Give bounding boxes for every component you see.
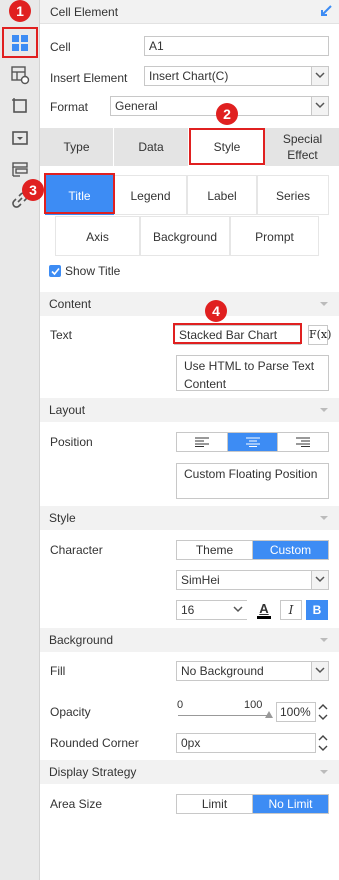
style-tab-series[interactable]: Series [257,175,329,215]
show-title-checkbox[interactable] [49,265,61,277]
rounded-corner-stepper[interactable] [317,733,329,753]
content-section-header[interactable]: Content [40,292,339,316]
style-tab-prompt[interactable]: Prompt [230,216,319,256]
cell-input[interactable]: A1 [144,36,329,56]
frame-icon[interactable] [10,96,30,116]
layout-section-header[interactable]: Layout [40,398,339,422]
html-parse-button[interactable]: Use HTML to Parse Text Content [176,355,329,391]
area-size-label: Area Size [50,797,103,811]
font-size-select[interactable]: 16 [176,600,247,620]
annotation-badge-3: 3 [22,179,44,201]
position-label: Position [50,435,93,449]
no-limit-option[interactable]: No Limit [252,795,328,813]
area-size-toggle: Limit No Limit [176,794,329,814]
opacity-label: Opacity [50,705,91,719]
style-tab-legend[interactable]: Legend [114,175,187,215]
rounded-corner-label: Rounded Corner [50,736,139,750]
align-right-icon [296,437,311,447]
collapse-icon[interactable] [319,4,333,18]
tab-type[interactable]: Type [40,128,114,166]
style-tab-axis[interactable]: Axis [55,216,140,256]
section-title: Background [49,633,114,647]
annotation-badge-2: 2 [216,103,238,125]
font-color-button[interactable]: A [253,600,275,620]
custom-floating-position-button[interactable]: Custom Floating Position [176,463,329,499]
insert-element-label: Insert Element [50,71,128,85]
chevron-down-icon[interactable] [311,67,328,85]
formula-icon: F(x) [309,328,332,341]
slider-max-label: 100 [244,699,263,711]
rounded-corner-input[interactable]: 0px [176,733,316,753]
section-title: Layout [49,403,86,417]
character-label: Character [50,543,103,557]
theme-option[interactable]: Theme [177,541,252,559]
font-family-select[interactable]: SimHei [176,570,329,590]
font-color-swatch [257,616,271,619]
widget-icon[interactable] [10,128,30,148]
cell-attribute-icon[interactable] [10,65,30,85]
custom-option[interactable]: Custom [252,541,328,559]
annotation-highlight-cell-element [2,27,38,58]
show-title-label: Show Title [65,264,121,278]
italic-button[interactable]: I [280,600,302,620]
align-center-button[interactable] [226,433,278,451]
style-section-header[interactable]: Style [40,506,339,530]
font-size-value: 16 [181,603,195,617]
tab-data[interactable]: Data [114,128,189,166]
section-title: Style [49,511,76,525]
insert-element-select[interactable]: Insert Chart(C) [144,66,329,86]
background-section-header[interactable]: Background [40,628,339,652]
bold-button[interactable]: B [306,600,328,620]
annotation-highlight-title-tab [44,173,115,214]
collapse-arrow-icon [320,302,328,306]
collapse-arrow-icon [320,408,328,412]
collapse-arrow-icon [320,516,328,520]
annotation-badge-4: 4 [205,300,227,322]
opacity-slider-track[interactable] [178,715,269,716]
chevron-down-icon[interactable] [311,97,328,115]
display-strategy-section-header[interactable]: Display Strategy [40,760,339,784]
tab-special-effect[interactable]: Special Effect [266,128,339,166]
section-title: Content [49,297,92,311]
opacity-input[interactable]: 100% [276,702,316,722]
fill-label: Fill [50,664,66,678]
insert-element-value: Insert Chart(C) [149,69,229,83]
style-tab-background[interactable]: Background [140,216,230,256]
condition-icon[interactable] [10,160,30,180]
section-title: Display Strategy [49,765,137,779]
opacity-stepper[interactable] [317,702,329,722]
font-family-value: SimHei [181,573,220,587]
fill-value: No Background [181,664,264,678]
text-label: Text [50,328,73,342]
panel-header: Cell Element [40,0,339,24]
slider-min-label: 0 [177,699,184,711]
panel-title: Cell Element [50,5,119,19]
annotation-highlight-style-tab [189,128,265,165]
style-tab-label[interactable]: Label [187,175,257,215]
side-toolbar [0,0,40,880]
collapse-arrow-icon [320,770,328,774]
bold-icon: B [312,603,322,617]
opacity-slider-thumb[interactable] [265,711,273,718]
align-right-button[interactable] [277,433,328,451]
fill-select[interactable]: No Background [176,661,329,681]
align-left-button[interactable] [177,433,227,451]
format-value: General [115,99,158,113]
limit-option[interactable]: Limit [177,795,252,813]
collapse-arrow-icon [320,638,328,642]
annotation-badge-1: 1 [9,0,31,22]
chevron-down-icon[interactable] [311,571,328,589]
annotation-highlight-text-input [173,323,302,344]
cell-label: Cell [50,40,71,54]
chevron-down-icon[interactable] [230,601,247,619]
chevron-down-icon[interactable] [311,662,328,680]
format-label: Format [50,100,89,114]
character-mode-toggle: Theme Custom [176,540,329,560]
align-center-icon [245,437,260,447]
formula-button[interactable]: F(x) [308,325,332,345]
italic-icon: I [288,603,294,617]
align-left-icon [194,437,209,447]
font-color-icon: A [259,601,269,616]
alignment-group [176,432,329,452]
